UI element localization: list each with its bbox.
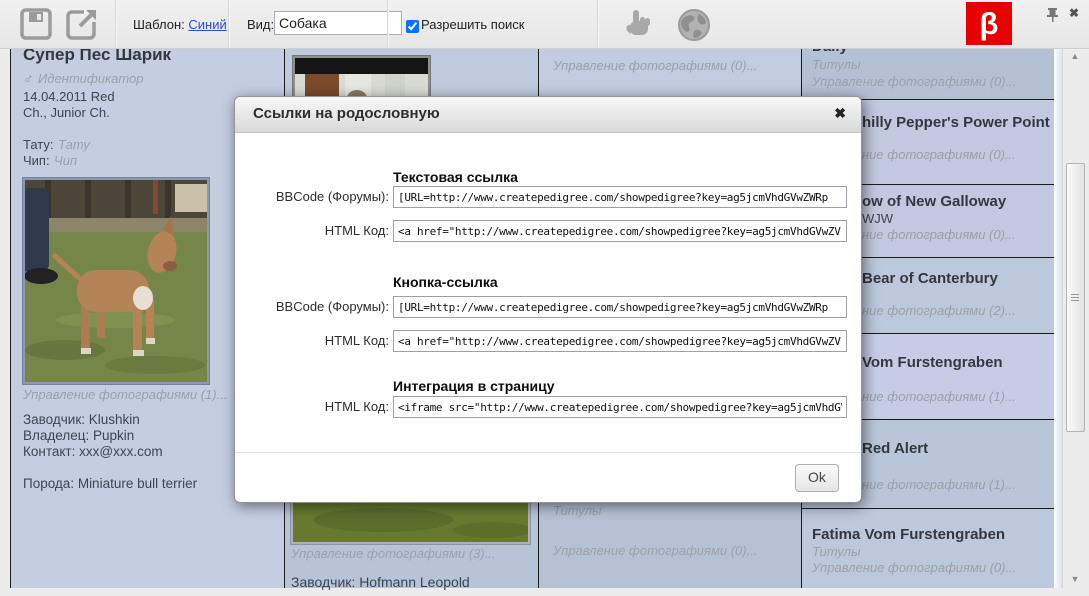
tattoo-value: Тату [57,137,90,152]
allow-search-checkbox[interactable] [406,20,419,33]
export-button[interactable] [66,8,98,40]
bbcode-label: BBCode (Форумы): [275,189,389,204]
scroll-up-button[interactable]: ▲ [1063,48,1087,65]
globe-icon [678,9,710,41]
template-label: Шаблон: [133,17,185,32]
ggp1-titles: Титулы [812,57,861,72]
pedigree-links-dialog: Ссылки на родословную ✖ Текстовая ссылка… [234,96,862,503]
main-dog-titles: Ch., Junior Ch. [23,105,110,120]
pedigree-cell-ggp1: Daily Титулы Управление фотографиями (0)… [802,38,1055,100]
embed-html-input[interactable] [393,396,847,418]
main-owner: Владелец: Pupkin [23,428,135,443]
toolbar-separator [115,0,116,48]
dam-photos-link[interactable]: Управление фотографиями (3)... [291,546,495,561]
hand-pointer-icon [626,10,650,35]
language-button[interactable] [677,8,711,42]
dialog-title: Ссылки на родословную [253,105,440,122]
main-photos-link[interactable]: Управление фотографиями (1)... [23,387,227,402]
main-breeder: Заводчик: Klushkin [23,412,140,427]
section-heading-button-link: Кнопка-ссылка [393,274,498,290]
tattoo-label: Тату: [23,137,54,152]
ggp7-titles: Титулы [812,544,861,559]
scroll-down-button[interactable]: ▼ [1063,571,1087,588]
html-label: HTML Код: [324,399,389,414]
main-dog-photo[interactable] [22,177,210,385]
vertical-scrollbar[interactable]: ▲ ▼ [1062,48,1087,588]
pointer-tool-button[interactable] [622,9,654,39]
close-window-button[interactable]: ✖ [1069,6,1079,20]
html-label: HTML Код: [324,333,389,348]
male-gender-icon: ♂ [23,70,34,86]
dialog-close-icon[interactable]: ✖ [834,105,846,122]
section-heading-embed: Интеграция в страницу [393,378,555,394]
pin-icon [1047,8,1058,22]
dialog-footer: Ok [235,452,861,502]
export-icon [66,10,96,40]
dog-photo-image [25,180,207,382]
ggp7-photos-link[interactable]: Управление фотографиями (0)... [802,560,1054,575]
pin-window-button[interactable] [1046,8,1059,22]
ggp1-photos-link[interactable]: Управление фотографиями (0)... [802,74,1054,89]
toolbar-separator [387,0,388,48]
text-link-bbcode-input[interactable] [393,186,847,208]
allow-search-label: Разрешить поиск [421,17,525,32]
template-link[interactable]: Синий [188,17,226,32]
chart-edge-strip [1054,48,1062,588]
toolbar-separator [228,0,229,48]
section-heading-text-link: Текстовая ссылка [393,169,518,185]
main-dog-identifier: Идентификатор [37,71,144,86]
button-link-bbcode-input[interactable] [393,296,847,318]
toolbar: Шаблон: Синий Вид: Разрешить поиск [0,0,1089,49]
bbcode-label: BBCode (Форумы): [275,299,389,314]
dialog-titlebar[interactable]: Ссылки на родословную ✖ [235,97,861,133]
save-icon [20,8,52,40]
ggp7-name: Fatima Vom Furstengraben [812,526,1006,543]
button-link-html-input[interactable] [393,330,847,352]
gp1-photos-link[interactable]: Управление фотографиями (0)... [553,58,757,73]
main-breed: Порода: Miniature bull terrier [23,476,198,491]
view-input[interactable] [274,11,402,35]
ok-button[interactable]: Ok [795,464,839,492]
text-link-html-input[interactable] [393,220,847,242]
gp4-photos-link[interactable]: Управление фотографиями (0)... [553,543,757,558]
view-label: Вид: [247,17,275,32]
pedigree-cell-ggp7: Fatima Vom Furstengraben Титулы Управлен… [802,509,1055,588]
main-dog-birth: 14.04.2011 Red [23,89,115,104]
save-button[interactable] [20,8,52,40]
scrollbar-grip-icon [1071,294,1079,295]
gp4-titles: Титулы [553,503,602,518]
app-window: Супер Пес Шарик ♂ Идентификатор 14.04.20… [0,0,1089,596]
dam-breeder: Заводчик: Hofmann Leopold [291,574,470,590]
chip-value: Чип [54,153,78,168]
chip-label: Чип: [23,153,50,168]
html-label: HTML Код: [324,223,389,238]
scrollbar-thumb[interactable] [1066,163,1085,432]
beta-logo: β [966,2,1012,45]
toolbar-separator [597,0,598,48]
main-contact: Контакт: xxx@xxx.com [23,444,163,459]
